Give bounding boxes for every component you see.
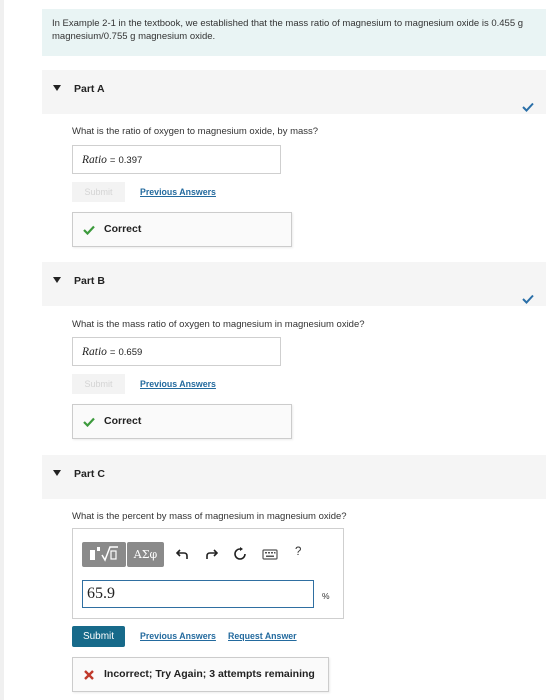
part-c-feedback: Incorrect; Try Again; 3 attempts remaini… (72, 657, 329, 692)
help-button[interactable]: ? (295, 546, 301, 558)
undo-icon[interactable] (176, 547, 190, 561)
part-a-answer-value: 0.397 (118, 155, 143, 166)
greek-symbols-button[interactable]: ΑΣφ (127, 542, 164, 567)
part-c-header[interactable]: Part C (42, 455, 546, 499)
part-b-answer-value: 0.659 (118, 347, 143, 358)
part-a-title: Part A (74, 83, 105, 95)
part-b-submit-button: Submit (72, 374, 125, 394)
part-a-submit-button: Submit (72, 182, 125, 202)
part-c-previous-answers-link[interactable]: Previous Answers (140, 631, 216, 641)
math-templates-button[interactable] (82, 542, 126, 567)
part-a-feedback: Correct (72, 212, 292, 247)
part-b-header[interactable]: Part B (42, 262, 546, 306)
left-margin-rule (0, 0, 4, 700)
part-a-question: What is the ratio of oxygen to magnesium… (72, 126, 319, 137)
collapse-caret-icon (53, 277, 61, 283)
reset-icon[interactable] (233, 547, 247, 561)
correct-check-icon (83, 417, 95, 427)
keyboard-icon[interactable] (262, 547, 278, 561)
part-c-unit: % (322, 591, 330, 601)
part-a-header[interactable]: Part A (42, 70, 546, 114)
part-b-title: Part B (74, 275, 105, 287)
math-templates-icon (90, 546, 118, 562)
part-c-question: What is the percent by mass of magnesium… (72, 511, 347, 522)
part-c-submit-button[interactable]: Submit (72, 626, 125, 647)
part-b-previous-answers-link[interactable]: Previous Answers (140, 379, 216, 389)
collapse-caret-icon (53, 470, 61, 476)
redo-icon[interactable] (204, 547, 218, 561)
part-b-feedback: Correct (72, 404, 292, 439)
checkmark-icon (522, 294, 534, 304)
part-c-answer-input[interactable]: 65.9 (82, 580, 314, 608)
part-c-request-answer-link[interactable]: Request Answer (228, 631, 297, 641)
checkmark-icon (522, 102, 534, 112)
part-b-answer-field: Ratio = 0.659 (72, 337, 281, 366)
collapse-caret-icon (53, 85, 61, 91)
correct-check-icon (83, 225, 95, 235)
part-c-title: Part C (74, 468, 105, 480)
part-a-answer-field: Ratio = 0.397 (72, 145, 281, 174)
part-b-question: What is the mass ratio of oxygen to magn… (72, 319, 365, 330)
part-a-previous-answers-link[interactable]: Previous Answers (140, 187, 216, 197)
problem-intro: In Example 2-1 in the textbook, we estab… (42, 9, 546, 56)
incorrect-x-icon (84, 670, 94, 680)
